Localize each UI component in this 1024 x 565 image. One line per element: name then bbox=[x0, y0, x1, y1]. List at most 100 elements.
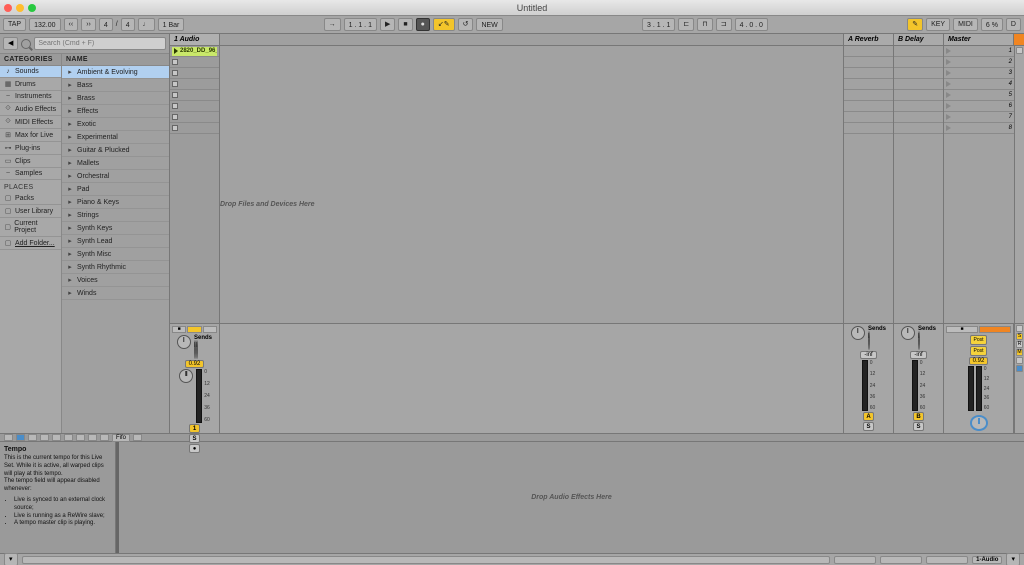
volume-value-b[interactable]: -inf bbox=[910, 351, 926, 359]
nudge-down-button[interactable]: ‹‹ bbox=[64, 18, 79, 31]
io-toggle[interactable] bbox=[1016, 47, 1023, 54]
clip-slot[interactable]: 2820_DD_96_Dr bbox=[170, 46, 219, 57]
place-current-project[interactable]: ▢Current Project bbox=[0, 218, 61, 237]
punch-in-button[interactable]: ⊏ bbox=[678, 18, 694, 31]
follow-button[interactable]: → bbox=[324, 18, 341, 31]
volume-value[interactable]: 0.92 bbox=[185, 360, 205, 368]
category-clips[interactable]: ▭Clips bbox=[0, 155, 61, 168]
post-button-2[interactable]: Post bbox=[970, 346, 986, 356]
pan-knob-b[interactable] bbox=[901, 326, 915, 340]
stop-all-button[interactable]: ■ bbox=[946, 326, 978, 333]
midi-map-button[interactable]: MIDI bbox=[953, 18, 978, 31]
capture-button[interactable]: NEW bbox=[476, 18, 502, 31]
tap-tempo-button[interactable]: TAP bbox=[3, 18, 26, 31]
solo-a[interactable]: S bbox=[863, 422, 874, 431]
sound-category-item[interactable]: ▸Mallets bbox=[62, 157, 169, 170]
time-sig-den[interactable]: 4 bbox=[121, 18, 135, 31]
delay-section-toggle[interactable] bbox=[1016, 357, 1023, 364]
arrangement-position[interactable]: 1 . 1 . 1 bbox=[344, 18, 377, 31]
loop-button[interactable]: ⊓ bbox=[697, 18, 712, 31]
sound-category-item[interactable]: ▸Effects bbox=[62, 105, 169, 118]
scene-launch-5[interactable]: 5 bbox=[944, 90, 1014, 101]
activator-b[interactable]: B bbox=[913, 412, 924, 421]
send-knob-b[interactable] bbox=[918, 331, 920, 350]
volume-knob[interactable] bbox=[179, 369, 193, 383]
track-header-reverb[interactable]: A Reverb bbox=[844, 34, 894, 45]
clip-stop-button[interactable] bbox=[172, 103, 178, 109]
sound-category-item[interactable]: ▸Orchestral bbox=[62, 170, 169, 183]
clip-slot[interactable] bbox=[170, 101, 219, 112]
clip-stop-button[interactable] bbox=[172, 81, 178, 87]
sound-category-item[interactable]: ▸Winds bbox=[62, 287, 169, 300]
place-add-folder-[interactable]: ▢Add Folder... bbox=[0, 237, 61, 250]
sound-category-item[interactable]: ▸Synth Lead bbox=[62, 235, 169, 248]
returns-section-toggle[interactable]: R bbox=[1016, 341, 1023, 348]
clip-slot[interactable] bbox=[170, 68, 219, 79]
clip-stop-button[interactable] bbox=[172, 70, 178, 76]
detail-toggle-right[interactable]: ▾ bbox=[1006, 553, 1020, 565]
detail-view-toggle[interactable]: ▾ bbox=[4, 553, 18, 565]
key-map-button[interactable]: KEY bbox=[926, 18, 950, 31]
scene-launch-6[interactable]: 6 bbox=[944, 101, 1014, 112]
track-status[interactable] bbox=[187, 326, 201, 333]
automation-arm-button[interactable]: ↺ bbox=[458, 18, 474, 31]
overview-scroll[interactable] bbox=[22, 556, 831, 564]
stop-clips-button[interactable]: ■ bbox=[172, 326, 186, 333]
category-instruments[interactable]: ~Instruments bbox=[0, 91, 61, 103]
groove-toggle[interactable] bbox=[4, 434, 13, 441]
sound-category-item[interactable]: ▸Strings bbox=[62, 209, 169, 222]
track-drop-zone[interactable]: Drop Files and Devices Here bbox=[220, 46, 844, 323]
metronome-button[interactable]: ♩ bbox=[138, 18, 155, 31]
scene-launch-4[interactable]: 4 bbox=[944, 79, 1014, 90]
post-button-1[interactable]: Post bbox=[970, 335, 986, 345]
play-button[interactable]: ▶ bbox=[380, 18, 395, 31]
activator-a[interactable]: A bbox=[863, 412, 874, 421]
volume-value-a[interactable]: -inf bbox=[860, 351, 876, 359]
minimize-icon[interactable] bbox=[16, 4, 24, 12]
punch-out-button[interactable]: ⊐ bbox=[716, 18, 732, 31]
scene-launch-2[interactable]: 2 bbox=[944, 57, 1014, 68]
time-sig-num[interactable]: 4 bbox=[99, 18, 113, 31]
clip[interactable]: 2820_DD_96_Dr bbox=[172, 47, 217, 56]
overdub-button[interactable]: ↙✎ bbox=[433, 18, 455, 31]
clip-slot[interactable] bbox=[170, 112, 219, 123]
tempo-field[interactable]: 132.00 bbox=[29, 18, 60, 31]
io-section-toggle[interactable] bbox=[1016, 325, 1023, 332]
category-max-for-live[interactable]: ⊞Max for Live bbox=[0, 129, 61, 142]
scene-launch-1[interactable]: 1 bbox=[944, 46, 1014, 57]
category-plug-ins[interactable]: ⊶Plug-ins bbox=[0, 142, 61, 155]
clip-stop-button[interactable] bbox=[172, 92, 178, 98]
clip-stop-button[interactable] bbox=[172, 114, 178, 120]
category-audio-effects[interactable]: ⟐Audio Effects bbox=[0, 103, 61, 116]
sound-category-item[interactable]: ▸Experimental bbox=[62, 131, 169, 144]
cue-volume-knob[interactable] bbox=[970, 415, 988, 431]
mixer-section-toggle[interactable]: M bbox=[1016, 349, 1023, 356]
solo-b[interactable]: S bbox=[913, 422, 924, 431]
pan-knob-a[interactable] bbox=[851, 326, 865, 340]
category-samples[interactable]: ~Samples bbox=[0, 168, 61, 180]
session-arrangement-toggle[interactable] bbox=[1014, 34, 1024, 45]
close-icon[interactable] bbox=[4, 4, 12, 12]
sound-category-item[interactable]: ▸Bass bbox=[62, 79, 169, 92]
clip-stop-button[interactable] bbox=[172, 59, 178, 65]
track-status-2[interactable] bbox=[203, 326, 217, 333]
stop-button[interactable]: ■ bbox=[398, 18, 412, 31]
sound-category-item[interactable]: ▸Brass bbox=[62, 92, 169, 105]
sound-category-item[interactable]: ▸Synth Misc bbox=[62, 248, 169, 261]
clip-stop-button[interactable] bbox=[172, 125, 178, 131]
record-button[interactable]: ● bbox=[416, 18, 430, 31]
place-packs[interactable]: ▢Packs bbox=[0, 192, 61, 205]
draw-mode-button[interactable]: ✎ bbox=[907, 18, 923, 31]
track-activator[interactable]: 1 bbox=[189, 424, 200, 433]
preview-toggle[interactable] bbox=[16, 434, 25, 441]
search-input[interactable] bbox=[34, 37, 166, 50]
loop-start[interactable]: 3 . 1 . 1 bbox=[642, 18, 675, 31]
zoom-icon[interactable] bbox=[28, 4, 36, 12]
send-knob-a[interactable] bbox=[868, 331, 870, 350]
scene-launch-7[interactable]: 7 bbox=[944, 112, 1014, 123]
clip-slot[interactable] bbox=[170, 79, 219, 90]
category-drums[interactable]: ▦Drums bbox=[0, 78, 61, 91]
sound-category-item[interactable]: ▸Ambient & Evolving bbox=[62, 66, 169, 79]
nudge-up-button[interactable]: ›› bbox=[81, 18, 96, 31]
sound-category-item[interactable]: ▸Synth Rhythmic bbox=[62, 261, 169, 274]
